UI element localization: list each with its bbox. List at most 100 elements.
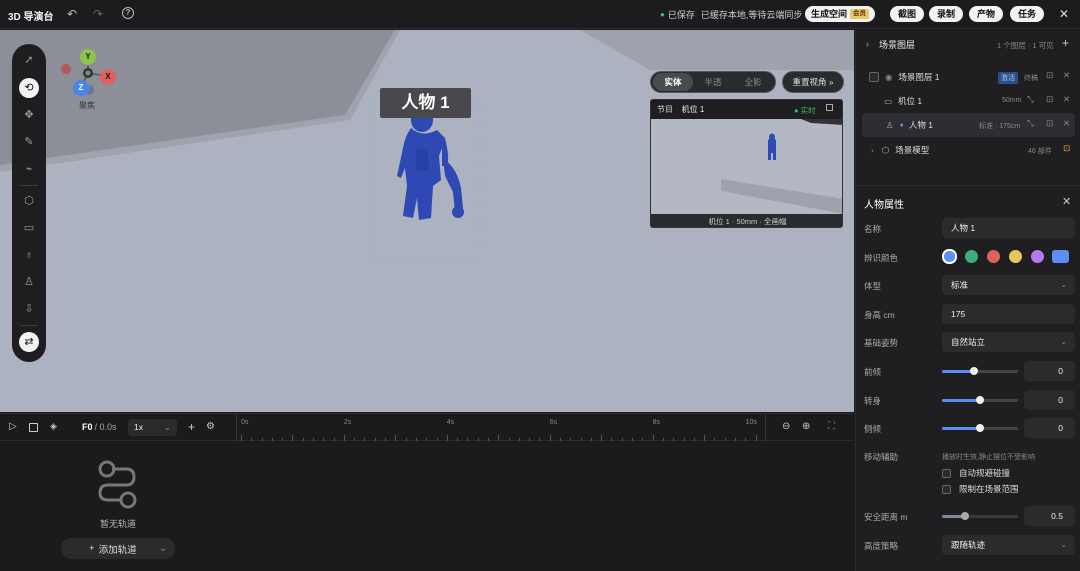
color-swatch-blue[interactable] xyxy=(942,249,957,264)
ruler-tick xyxy=(385,438,387,441)
screenshot-button[interactable]: 截图 xyxy=(890,6,925,22)
limit-scene-option[interactable]: 限制在场景范围 xyxy=(942,483,1019,495)
3d-viewport[interactable]: 人物 1 Y X Z 聚焦 实体 半透 全影 重置视角 » 节目 · 机位 1 … xyxy=(0,30,854,412)
layer-item-selected[interactable]: ♙ ● 人物 1 标准 · 175cm ⤡ ⊡ ✕ xyxy=(862,113,1075,137)
transform-icon[interactable]: ⤡ xyxy=(1027,118,1034,129)
turn-slider[interactable] xyxy=(942,396,1018,404)
zoom-out-icon[interactable]: ⊖ xyxy=(782,421,790,432)
time-ruler[interactable]: 0s 2s 4s 6s 8s 10s xyxy=(236,414,766,441)
add-icon[interactable]: + xyxy=(188,420,195,434)
chevron-right-icon[interactable]: › xyxy=(866,39,869,49)
select-tool-icon[interactable]: ➚ xyxy=(19,50,39,70)
timeline-panel: ▷ ◈ F0 / 0.0s 1x ⌄ + ⚙ 0s 2s 4s 6s 8s 10s ⊖ ⊕… xyxy=(0,413,854,571)
delete-icon[interactable]: ✕ xyxy=(1063,70,1070,81)
generate-space-button[interactable]: 生成空间 会员 xyxy=(805,6,876,22)
plus-icon: + xyxy=(89,543,95,554)
delete-icon[interactable]: ✕ xyxy=(1063,94,1070,105)
stop-icon[interactable] xyxy=(29,423,38,432)
add-layer-icon[interactable]: + xyxy=(1062,36,1069,50)
help-icon[interactable]: ? xyxy=(122,7,134,19)
close-props-icon[interactable]: ✕ xyxy=(1062,195,1071,208)
ruler-label: 0s xyxy=(241,419,249,426)
draw-tool-icon[interactable]: ✎ xyxy=(19,132,39,152)
speed-select[interactable]: 1x ⌄ xyxy=(128,419,177,436)
import-tool-icon[interactable]: ⇩ xyxy=(19,299,39,319)
zoom-in-icon[interactable]: ⊕ xyxy=(802,421,810,432)
tilt-value[interactable]: 0 xyxy=(1024,418,1075,438)
avoid-collision-label: 自动规避碰撞 xyxy=(959,468,1011,478)
orbit-tool-icon[interactable]: ⟲ xyxy=(19,78,39,98)
lock-icon[interactable]: ⊡ xyxy=(1063,143,1070,154)
avoid-collision-checkbox[interactable] xyxy=(942,468,951,478)
color-swatch-green[interactable] xyxy=(965,250,978,263)
layer-item[interactable]: › ⬡ 场景模型 46 部件 ⊡ xyxy=(862,138,1075,162)
close-icon[interactable]: ✕ xyxy=(1057,7,1071,21)
expand-icon[interactable] xyxy=(826,104,833,111)
reset-view-button[interactable]: 重置视角 » xyxy=(782,71,844,93)
tilt-slider-knob[interactable] xyxy=(976,424,984,432)
body-select[interactable]: 标准 ⌄ xyxy=(942,275,1075,295)
keyframe-icon[interactable]: ◈ xyxy=(50,421,57,432)
output-button[interactable]: 产物 xyxy=(969,6,1004,22)
layers-header[interactable]: › 场景图层 1 个图层 · 1 可见 + xyxy=(856,30,1080,58)
character-figure[interactable] xyxy=(395,108,470,220)
track-tool-icon[interactable]: ⇄ xyxy=(19,332,39,352)
custom-color-picker[interactable] xyxy=(1052,250,1069,263)
add-track-button[interactable]: + 添加轨道 ⌄ xyxy=(61,538,175,559)
mode-shadow[interactable]: 全影 xyxy=(733,73,773,91)
fit-icon[interactable]: ⛶ xyxy=(828,421,835,432)
color-swatch-yellow[interactable] xyxy=(1009,250,1022,263)
undo-icon[interactable]: ↶ xyxy=(65,7,79,21)
light-tool-icon[interactable]: ♁ xyxy=(19,245,39,265)
tasks-button[interactable]: 任务 xyxy=(1010,6,1045,22)
render-mode-switch[interactable]: 实体 半透 全影 xyxy=(650,71,776,93)
safe-distance-value[interactable]: 0.5 xyxy=(1024,506,1075,526)
ruler-tick xyxy=(313,438,315,441)
z-axis-handle[interactable]: Z xyxy=(73,80,89,96)
lean-slider-knob[interactable] xyxy=(969,367,978,375)
height-input[interactable]: 175 xyxy=(942,304,1075,324)
limit-scene-checkbox[interactable] xyxy=(942,484,951,494)
lock-icon[interactable]: ⊡ xyxy=(1046,118,1053,129)
chevron-right-icon[interactable]: › xyxy=(871,145,874,155)
layer-item[interactable]: ◉ 场景图层 1 激活 终稿 ⊡ ✕ xyxy=(862,65,1075,89)
lean-value[interactable]: 0 xyxy=(1024,361,1075,381)
axis-gizmo[interactable]: Y X Z 聚焦 xyxy=(55,45,125,115)
camera-tool-icon[interactable]: ▭ xyxy=(19,218,39,238)
turn-slider-knob[interactable] xyxy=(976,396,984,404)
settings-sliders-icon[interactable]: ⚙ xyxy=(206,421,215,432)
mode-translucent[interactable]: 半透 xyxy=(693,73,733,91)
delete-icon[interactable]: ✕ xyxy=(1063,118,1070,129)
layer-checkbox[interactable] xyxy=(869,72,879,82)
turn-value[interactable]: 0 xyxy=(1024,390,1075,410)
color-swatch-purple[interactable] xyxy=(1031,250,1044,263)
path-tool-icon[interactable]: ⌁ xyxy=(19,159,39,179)
lock-icon[interactable]: ⊡ xyxy=(1046,70,1053,81)
chevron-down-icon: ⌄ xyxy=(163,422,171,432)
y-axis-handle[interactable]: Y xyxy=(80,49,96,65)
ruler-tick xyxy=(436,438,438,441)
record-button[interactable]: 录制 xyxy=(929,6,964,22)
tilt-slider[interactable] xyxy=(942,424,1018,432)
safe-distance-slider[interactable] xyxy=(942,512,1018,520)
layer-item[interactable]: ▭ 机位 1 50mm ⤡ ⊡ ✕ xyxy=(862,89,1075,113)
name-input[interactable]: 人物 1 xyxy=(942,218,1075,238)
pose-select[interactable]: 自然站立 ⌄ xyxy=(942,332,1075,352)
safe-distance-slider-knob[interactable] xyxy=(960,512,969,520)
focus-label[interactable]: 聚焦 xyxy=(79,100,95,111)
eye-icon[interactable]: ◉ xyxy=(885,72,892,83)
lean-slider[interactable] xyxy=(942,367,1018,375)
person-tool-icon[interactable]: ♙ xyxy=(19,272,39,292)
redo-icon[interactable]: ↷ xyxy=(91,7,105,21)
avoid-collision-option[interactable]: 自动规避碰撞 xyxy=(942,467,1010,479)
cube-tool-icon[interactable]: ⬡ xyxy=(19,191,39,211)
play-icon[interactable]: ▷ xyxy=(9,421,17,432)
x-axis-handle[interactable]: X xyxy=(100,69,116,85)
height-strategy-select[interactable]: 跟随轨迹 ⌄ xyxy=(942,535,1075,555)
camera-preview[interactable]: 节目 · 机位 1 ● 实时 机位 1 · 50mm · 全画幅 xyxy=(650,99,843,228)
color-swatch-red[interactable] xyxy=(987,250,1000,263)
move-tool-icon[interactable]: ✥ xyxy=(19,105,39,125)
transform-icon[interactable]: ⤡ xyxy=(1027,94,1034,105)
mode-solid[interactable]: 实体 xyxy=(653,73,693,91)
lock-icon[interactable]: ⊡ xyxy=(1046,94,1053,105)
